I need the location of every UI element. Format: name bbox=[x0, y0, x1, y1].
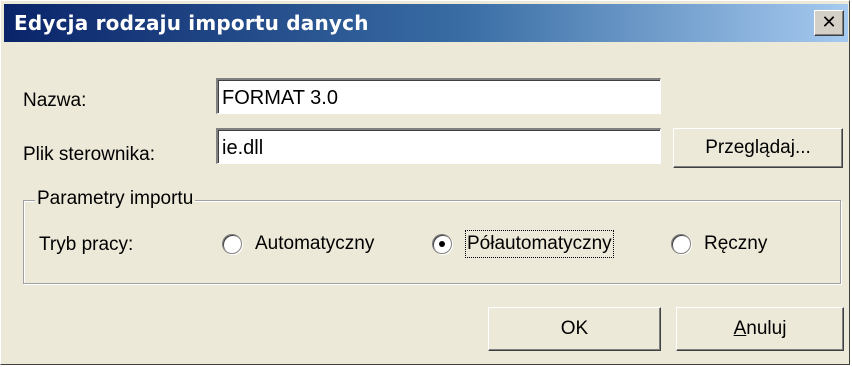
import-params-legend: Parametry importu bbox=[35, 187, 196, 211]
radio-manual-label[interactable]: Ręczny bbox=[704, 232, 767, 256]
name-field[interactable] bbox=[216, 78, 661, 114]
name-label: Nazwa: bbox=[23, 90, 87, 111]
radio-automatic[interactable] bbox=[222, 234, 242, 254]
driver-file-field[interactable] bbox=[216, 128, 661, 164]
title-bar[interactable]: Edycja rodzaju importu danych ✕ bbox=[4, 4, 848, 42]
dialog-window: Edycja rodzaju importu danych ✕ Nazwa: P… bbox=[0, 0, 850, 365]
ok-button[interactable]: OK bbox=[488, 307, 661, 351]
mode-label: Tryb pracy: bbox=[39, 234, 134, 255]
radio-selected-dot bbox=[439, 241, 445, 247]
radio-automatic-label[interactable]: Automatyczny bbox=[255, 232, 374, 256]
cancel-button[interactable]: Anuluj bbox=[676, 307, 844, 351]
close-button[interactable]: ✕ bbox=[814, 10, 844, 36]
close-icon: ✕ bbox=[821, 12, 837, 33]
radio-manual[interactable] bbox=[671, 234, 691, 254]
driver-file-label: Plik sterownika: bbox=[23, 144, 155, 165]
browse-button[interactable]: Przeglądaj... bbox=[673, 128, 843, 168]
radio-semiautomatic-label[interactable]: Półautomatyczny bbox=[465, 230, 614, 258]
window-title: Edycja rodzaju importu danych bbox=[14, 11, 369, 35]
radio-semiautomatic[interactable] bbox=[432, 234, 452, 254]
